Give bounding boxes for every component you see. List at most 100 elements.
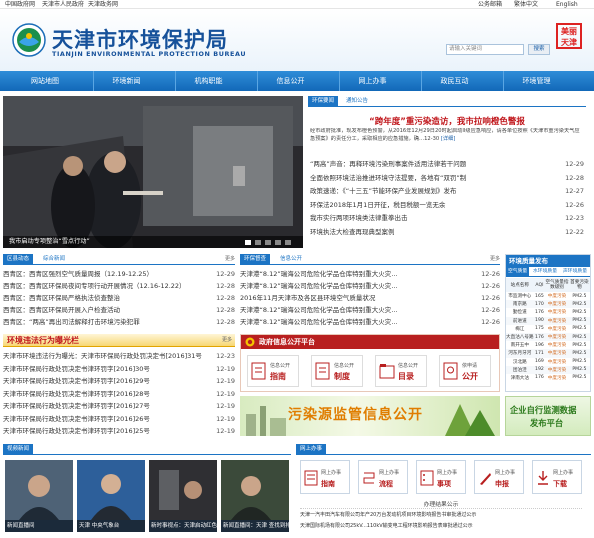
list-item[interactable]: 西青区：西青区环保局开展入户检查活动 12-28 bbox=[3, 305, 235, 316]
aq-row: 梅江 175 中度污染 PM2.5 bbox=[515, 326, 587, 332]
info-apply-button[interactable]: 依申请 公开 bbox=[439, 355, 491, 387]
pollution-banner[interactable]: 污染源监管信息公开 bbox=[240, 396, 500, 436]
tab-general[interactable]: 综合新闻 bbox=[43, 254, 65, 265]
tab-online-office[interactable]: 网上办事 bbox=[296, 444, 327, 455]
tab-district[interactable]: 区县动态 bbox=[3, 254, 34, 265]
list-item[interactable]: 天津港“8.12”瑞海公司危险化学品仓库特别重大火灾… 12-26 bbox=[240, 305, 500, 316]
nav-org[interactable]: 机构职能 bbox=[175, 71, 241, 91]
aq-row: 市监测中心 165 中度污染 PM2.5 bbox=[508, 293, 587, 300]
search-input[interactable]: 请输入关键词 bbox=[446, 44, 524, 55]
bureau-logo-icon bbox=[12, 23, 46, 57]
detail-link[interactable]: [详细] bbox=[441, 136, 455, 142]
tab-disclosure[interactable]: 信息公开 bbox=[280, 254, 302, 265]
nav-sitemap[interactable]: 网站地图 bbox=[12, 71, 78, 91]
aq-table: 站点名称 AQI 空气质量指数级别 首要污染物 市监测中心 165 中度污染 PM2.… bbox=[506, 278, 590, 381]
slide-dot[interactable] bbox=[245, 240, 251, 245]
more-link[interactable]: 更多 bbox=[225, 254, 235, 265]
list-item[interactable]: 天津市环保局行政处罚决定书津环罚字[2016]25号 12-19 bbox=[3, 425, 235, 437]
slide-caption: 我市启动专项整治“雪点行动” bbox=[9, 238, 90, 245]
link-gov[interactable]: 中国政府网 bbox=[5, 0, 35, 9]
video-thumb[interactable]: 新闻直播间 bbox=[5, 460, 73, 532]
list-item[interactable]: 天津市环保局行政处罚决定书津环罚字[2016]26号 12-19 bbox=[3, 413, 235, 425]
flow-icon bbox=[363, 472, 375, 484]
tab-noise[interactable]: 声环境质量 bbox=[563, 267, 587, 277]
list-item[interactable]: 西青区：西青区环保局严格执法侦查整治 12-28 bbox=[3, 293, 235, 304]
nav-info[interactable]: 信息公开 bbox=[257, 71, 323, 91]
list-item[interactable]: 我市实行两项环境类法律重拳出击 12-23 bbox=[310, 213, 584, 224]
video-thumb[interactable]: 天津 中央气象台 bbox=[77, 460, 145, 532]
office-download-button[interactable]: 网上办事 下载 bbox=[532, 460, 582, 494]
list-item[interactable]: 天津市环保局行政处罚决定书津环罚字[2016]29号 12-19 bbox=[3, 375, 235, 387]
slideshow[interactable]: 我市启动专项整治“雪点行动” bbox=[3, 96, 303, 248]
office-items-button[interactable]: 网上办事 事项 bbox=[416, 460, 466, 494]
list-item[interactable]: 天津港“8.12”瑞海公司危险化学品仓库特别重大火灾… 12-26 bbox=[240, 281, 500, 292]
list-item[interactable]: 天津港“8.12”瑞海公司危险化学品仓库特别重大火灾… 12-26 bbox=[240, 317, 500, 328]
tab-video[interactable]: 视频新闻 bbox=[3, 444, 34, 455]
search-button[interactable]: 搜索 bbox=[528, 44, 550, 55]
video-thumb[interactable]: 新闻直播间：天津 查找到排污原因 bbox=[221, 460, 289, 532]
list-item[interactable]: 西青区：西青区环保局夜间专项行动开展情况（12.16-12.22） 12-28 bbox=[3, 281, 235, 292]
enterprise-banner[interactable]: 企业自行监测数据 发布平台 bbox=[505, 396, 591, 436]
violations-panel: 环境违法行为曝光栏 更多 天津市环境违法行为曝光：天津市环保局行政处罚决定书[2… bbox=[3, 334, 235, 444]
list-item[interactable]: 天津市环境违法行为曝光：天津市环保局行政处罚决定书[2016]31号 12-23 bbox=[3, 350, 235, 362]
slide-photo bbox=[3, 96, 303, 248]
link-mail[interactable]: 公务邮箱 bbox=[478, 0, 502, 9]
list-item[interactable]: 天津市环保局行政处罚决定书津环罚字[2016]27号 12-19 bbox=[3, 400, 235, 412]
office-guide-button[interactable]: 网上办事 指南 bbox=[300, 460, 350, 494]
list-item[interactable]: 天津一汽丰田汽车有限公司年产20万台发动机项目环境影响报告书审批通过公示 bbox=[300, 511, 587, 520]
more-link[interactable]: 更多 bbox=[222, 334, 232, 347]
site-title-en: TIANJIN ENVIRONMENTAL PROTECTION BUREAU bbox=[52, 50, 247, 58]
tab-news[interactable]: 环保要闻 bbox=[308, 96, 339, 107]
link-traditional[interactable]: 繁体中文 bbox=[514, 0, 538, 9]
aq-row: 河东月牙河 171 中度污染 PM2.5 bbox=[506, 349, 590, 358]
list-item[interactable]: 全面依照环境法治推进环境守法提要，各地有“双罚”制 12-28 bbox=[310, 173, 584, 184]
news-list: “两高”声音：再释环境污染刑事案件适用法律若干问题 12-29 全面依照环境法治推… bbox=[310, 159, 584, 245]
list-item[interactable]: 政策速递：《“十三五”节能环保产业发展规划》发布 12-27 bbox=[310, 186, 584, 197]
office-process-button[interactable]: 网上办事 流程 bbox=[358, 460, 408, 494]
list-item[interactable]: 西青区：西青区强烈空气质量周报（12.19-12.25） 12-29 bbox=[3, 269, 235, 280]
info-system-button[interactable]: 信息公开 制度 bbox=[311, 355, 363, 387]
list-item[interactable]: 天津国际机场有限公司25kV...110kV输变电工程环境影响报告表审批通过公示 bbox=[300, 522, 587, 531]
news-panel: 环保要闻 通知公告 “跨年度”重污染造访，我市拉响橙色警报 经市政府批准，现发布… bbox=[308, 96, 586, 248]
aq-row: 团泊洼 192 中度污染 PM2.5 bbox=[506, 365, 590, 374]
tab-air[interactable]: 空气质量 bbox=[506, 267, 530, 277]
tab-notice[interactable]: 通知公告 bbox=[346, 96, 368, 107]
slide-dot[interactable] bbox=[265, 240, 271, 245]
list-item[interactable]: 环境执法大检查再现典型案例 12-22 bbox=[310, 227, 584, 238]
slide-dot[interactable] bbox=[285, 240, 291, 245]
enterprise-line1: 企业自行监测数据 bbox=[510, 405, 577, 415]
list-item[interactable]: 天津港“8.12”瑞海公司危险化学品仓库特别重大火灾… 12-26 bbox=[240, 269, 500, 280]
info-catalog-button[interactable]: 信息公开 目录 bbox=[375, 355, 427, 387]
nav-manage[interactable]: 环境管理 bbox=[503, 71, 569, 91]
list-item[interactable]: 环保法2018年1月1日开征，税目税额一览无余 12-26 bbox=[310, 200, 584, 211]
slide-dot[interactable] bbox=[275, 240, 281, 245]
document-icon bbox=[315, 362, 330, 380]
list-item[interactable]: 2016年11月天津市及各区县环境空气质量状况 12-26 bbox=[240, 293, 500, 304]
aq-row: 南开五中 196 中度污染 PM2.5 bbox=[510, 342, 587, 349]
headline[interactable]: “跨年度”重污染造访，我市拉响橙色警报 bbox=[308, 115, 586, 127]
slide-dot[interactable] bbox=[255, 240, 261, 245]
info-platform-title: 政府信息公开平台 bbox=[259, 338, 315, 346]
nav-online[interactable]: 网上办事 bbox=[339, 71, 405, 91]
nav-interact[interactable]: 政民互动 bbox=[421, 71, 487, 91]
nav-news[interactable]: 环境新闻 bbox=[93, 71, 159, 91]
link-city[interactable]: 天津市人民政府 bbox=[42, 0, 84, 9]
aq-title: 环境质量发布 bbox=[506, 255, 590, 267]
list-item[interactable]: 天津市环保局行政处罚决定书津环罚字[2016]28号 12-19 bbox=[3, 388, 235, 400]
video-still bbox=[5, 460, 73, 520]
video-thumb[interactable]: 新时事视点：天津启动红色预警处置 bbox=[149, 460, 217, 532]
video-still bbox=[221, 460, 289, 520]
list-item[interactable]: 天津市环保局行政处罚决定书津环罚字[2016]30号 12-19 bbox=[3, 363, 235, 375]
link-english[interactable]: English bbox=[556, 0, 578, 9]
tab-water[interactable]: 水环境质量 bbox=[533, 267, 557, 277]
link-service[interactable]: 天津政务网 bbox=[88, 0, 118, 9]
tab-inspection[interactable]: 环保督查 bbox=[240, 254, 271, 265]
pen-icon bbox=[480, 473, 491, 485]
info-guide-button[interactable]: 信息公开 指南 bbox=[247, 355, 299, 387]
office-apply-button[interactable]: 网上办事 申报 bbox=[474, 460, 524, 494]
video-still bbox=[149, 460, 217, 520]
aq-row: 勤俭道 176 中度污染 PM2.5 bbox=[512, 309, 587, 316]
more-link[interactable]: 更多 bbox=[490, 254, 500, 265]
list-item[interactable]: “两高”声音：再释环境污染刑事案件适用法律若干问题 12-29 bbox=[310, 159, 584, 170]
list-item[interactable]: 西青区：“两高”再出司法解释打击环境污染犯罪 12-28 bbox=[3, 317, 235, 328]
